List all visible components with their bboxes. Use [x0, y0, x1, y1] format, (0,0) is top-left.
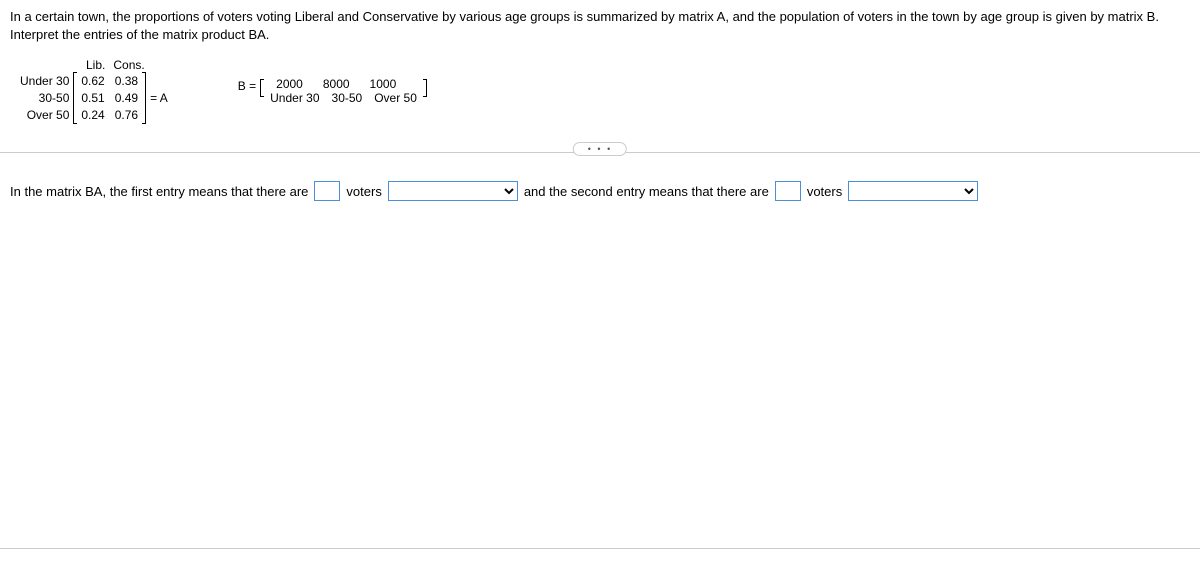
matrix-a-row-labels: Under 30 30-50 Over 50 [20, 74, 71, 122]
b-val-1: 8000 [323, 77, 350, 91]
voters-label-1: voters [346, 184, 381, 199]
b-label-1: 30-50 [332, 91, 363, 105]
b-label-0: Under 30 [270, 91, 319, 105]
bottom-divider [0, 548, 1200, 549]
matrices-row: Lib. Cons. Under 30 30-50 Over 50 0.62 0… [0, 48, 1200, 134]
col-header-lib: Lib. [86, 58, 105, 72]
matrix-b-container: B = 2000 8000 1000 Under 30 30-50 Over 5… [238, 77, 427, 105]
ellipsis-icon: • • • [588, 144, 612, 154]
answer-part2: and the second entry means that there ar… [524, 184, 769, 199]
matrix-b-values: 2000 8000 1000 [268, 77, 419, 91]
a-1-0: 0.51 [81, 91, 104, 105]
matrix-b-content: 2000 8000 1000 Under 30 30-50 Over 50 [268, 77, 419, 105]
matrix-a-col-headers: Lib. Cons. [20, 58, 168, 72]
b-equals: B = [238, 77, 256, 93]
answer-part1: In the matrix BA, the first entry means … [10, 184, 308, 199]
problem-statement: In a certain town, the proportions of vo… [0, 0, 1200, 48]
a-1-1: 0.49 [115, 91, 138, 105]
second-entry-select[interactable] [848, 181, 978, 201]
b-val-0: 2000 [276, 77, 303, 91]
voters-label-2: voters [807, 184, 842, 199]
second-entry-input[interactable] [775, 181, 801, 201]
matrix-a-values: 0.62 0.38 0.51 0.49 0.24 0.76 [77, 72, 142, 124]
b-label-2: Over 50 [374, 91, 417, 105]
b-val-2: 1000 [370, 77, 397, 91]
a-2-0: 0.24 [81, 108, 104, 122]
expand-button[interactable]: • • • [573, 142, 627, 156]
answer-row: In the matrix BA, the first entry means … [0, 181, 1200, 201]
a-0-0: 0.62 [81, 74, 104, 88]
matrix-a-container: Lib. Cons. Under 30 30-50 Over 50 0.62 0… [20, 58, 168, 124]
row-label-over50: Over 50 [20, 108, 69, 122]
matrix-a-body: Under 30 30-50 Over 50 0.62 0.38 0.51 0.… [20, 72, 168, 124]
first-entry-select[interactable] [388, 181, 518, 201]
a-2-1: 0.76 [115, 108, 138, 122]
first-entry-input[interactable] [314, 181, 340, 201]
col-header-cons: Cons. [113, 58, 144, 72]
matrix-b-labels: Under 30 30-50 Over 50 [268, 91, 419, 105]
equals-a: = A [146, 91, 168, 105]
divider: • • • [0, 152, 1200, 153]
a-0-1: 0.38 [115, 74, 138, 88]
row-label-3050: 30-50 [20, 91, 69, 105]
b-bracket-right-icon [423, 79, 427, 97]
b-bracket-left-icon [260, 79, 264, 97]
problem-text-content: In a certain town, the proportions of vo… [10, 9, 1159, 42]
row-label-under30: Under 30 [20, 74, 69, 88]
